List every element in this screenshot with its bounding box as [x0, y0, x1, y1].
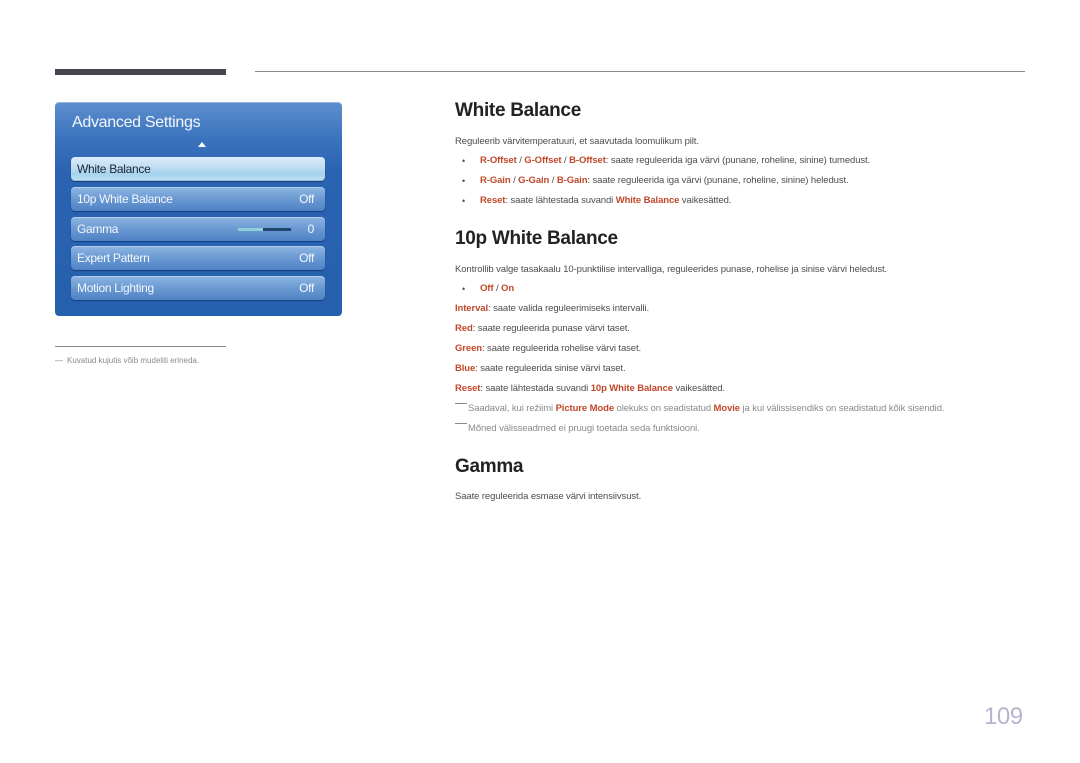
- bullet-text: : saate reguleerida iga värvi (punane, r…: [587, 175, 849, 186]
- gamma-slider-fill: [263, 228, 291, 231]
- line-text: vaikesätted.: [672, 383, 725, 394]
- page-number: 109: [984, 703, 1023, 730]
- menu-item-value: Off: [299, 281, 314, 295]
- bullet-gain: R-Gain / G-Gain / B-Gain: saate reguleer…: [480, 175, 849, 186]
- side-note: ― Kuvatud kujutis võib mudeliti erineda.: [55, 356, 199, 365]
- term-blue: Blue: [455, 363, 476, 374]
- bullet-off-on: Off / On: [480, 283, 514, 294]
- note-text: ja kui välissisendiks on seadistatud kõi…: [739, 403, 945, 414]
- menu-item-gamma[interactable]: Gamma 0: [71, 217, 325, 241]
- option-on: On: [501, 283, 515, 294]
- side-note-rule: [55, 346, 226, 347]
- header-rule-light: [255, 71, 1025, 72]
- term-picture-mode: Picture Mode: [555, 403, 615, 414]
- separator: /: [493, 283, 502, 294]
- line-text: : saate reguleerida sinise värvi taset.: [475, 363, 626, 374]
- term-g-offset: G-Offset: [524, 155, 562, 166]
- line-red: Red: saate reguleerida punase värvi tase…: [455, 323, 630, 334]
- bullet-reset: Reset: saate lähtestada suvandi White Ba…: [480, 195, 731, 206]
- term-r-offset: R-Offset: [480, 155, 517, 166]
- term-reset: Reset: [480, 195, 506, 206]
- bullet-icon: •: [462, 196, 466, 206]
- menu-item-motion-lighting[interactable]: Motion Lighting Off: [71, 276, 325, 300]
- advanced-settings-panel: Advanced Settings White Balance 10p Whit…: [55, 102, 342, 316]
- section-title-10p-white-balance: 10p White Balance: [455, 228, 618, 249]
- line-reset: Reset: saate lähtestada suvandi 10p Whit…: [455, 383, 725, 394]
- bullet-icon: •: [462, 176, 466, 186]
- term-10p-white-balance: 10p White Balance: [590, 383, 673, 394]
- menu-item-value: Off: [299, 192, 314, 206]
- section-title-white-balance: White Balance: [455, 100, 581, 121]
- menu-item-value: Off: [299, 251, 314, 265]
- note-dash-icon: [455, 403, 467, 404]
- line-text: : saate reguleerida rohelise värvi taset…: [481, 343, 642, 354]
- bullet-text: : saate reguleerida iga värvi (punane, r…: [605, 155, 871, 166]
- 10p-intro: Kontrollib valge tasakaalu 10-punktilise…: [455, 264, 888, 275]
- header-rule-dark: [55, 69, 226, 75]
- note-support: Mõned välisseadmed ei pruugi toetada sed…: [455, 423, 700, 434]
- term-b-gain: B-Gain: [556, 175, 588, 186]
- bullet-icon: •: [462, 284, 466, 294]
- term-g-gain: G-Gain: [518, 175, 550, 186]
- scroll-up-arrow-icon[interactable]: [198, 142, 206, 147]
- line-text: : saate reguleerida punase värvi taset.: [472, 323, 630, 334]
- note-text: olekuks on seadistatud: [614, 403, 714, 414]
- note-dash-icon: [455, 423, 467, 424]
- note-text: Saadaval, kui režiimi: [468, 403, 556, 414]
- bullet-icon: •: [462, 156, 466, 166]
- gamma-slider[interactable]: [238, 228, 291, 231]
- term-red: Red: [455, 323, 473, 334]
- panel-title: Advanced Settings: [72, 114, 201, 131]
- line-text: : saate valida reguleerimiseks intervall…: [488, 303, 650, 314]
- line-interval: Interval: saate valida reguleerimiseks i…: [455, 303, 649, 314]
- menu-item-value: 0: [307, 222, 315, 236]
- menu-item-label: Gamma: [77, 222, 119, 236]
- term-green: Green: [455, 343, 482, 354]
- note-dash: ―: [55, 356, 63, 365]
- menu-item-label: Expert Pattern: [77, 251, 150, 265]
- menu-item-label: 10p White Balance: [77, 192, 173, 206]
- white-balance-intro: Reguleerib värvitemperatuuri, et saavuta…: [455, 136, 699, 147]
- menu-item-white-balance[interactable]: White Balance: [71, 157, 325, 181]
- line-text: : saate lähtestada suvandi: [480, 383, 591, 394]
- separator: /: [561, 155, 570, 166]
- term-b-offset: B-Offset: [569, 155, 606, 166]
- term-white-balance: White Balance: [615, 195, 680, 206]
- side-note-text: Kuvatud kujutis võib mudeliti erineda.: [67, 356, 200, 365]
- line-green: Green: saate reguleerida rohelise värvi …: [455, 343, 641, 354]
- option-off: Off: [480, 283, 494, 294]
- gamma-intro: Saate reguleerida esmase värvi intensiiv…: [455, 491, 642, 502]
- note-text: Mõned välisseadmed ei pruugi toetada sed…: [468, 423, 700, 434]
- bullet-text: vaikesätted.: [679, 195, 732, 206]
- menu-item-label: Motion Lighting: [77, 281, 154, 295]
- menu-item-expert-pattern[interactable]: Expert Pattern Off: [71, 246, 325, 270]
- bullet-offset: R-Offset / G-Offset / B-Offset: saate re…: [480, 155, 870, 166]
- separator: /: [549, 175, 557, 186]
- menu-item-label: White Balance: [77, 162, 151, 176]
- note-availability: Saadaval, kui režiimi Picture Mode oleku…: [455, 403, 945, 414]
- term-r-gain: R-Gain: [480, 175, 511, 186]
- menu-item-10p-white-balance[interactable]: 10p White Balance Off: [71, 187, 325, 211]
- term-movie: Movie: [713, 403, 741, 414]
- bullet-text: : saate lähtestada suvandi: [505, 195, 616, 206]
- term-reset: Reset: [455, 383, 481, 394]
- term-interval: Interval: [455, 303, 488, 314]
- line-blue: Blue: saate reguleerida sinise värvi tas…: [455, 363, 626, 374]
- section-title-gamma: Gamma: [455, 456, 524, 477]
